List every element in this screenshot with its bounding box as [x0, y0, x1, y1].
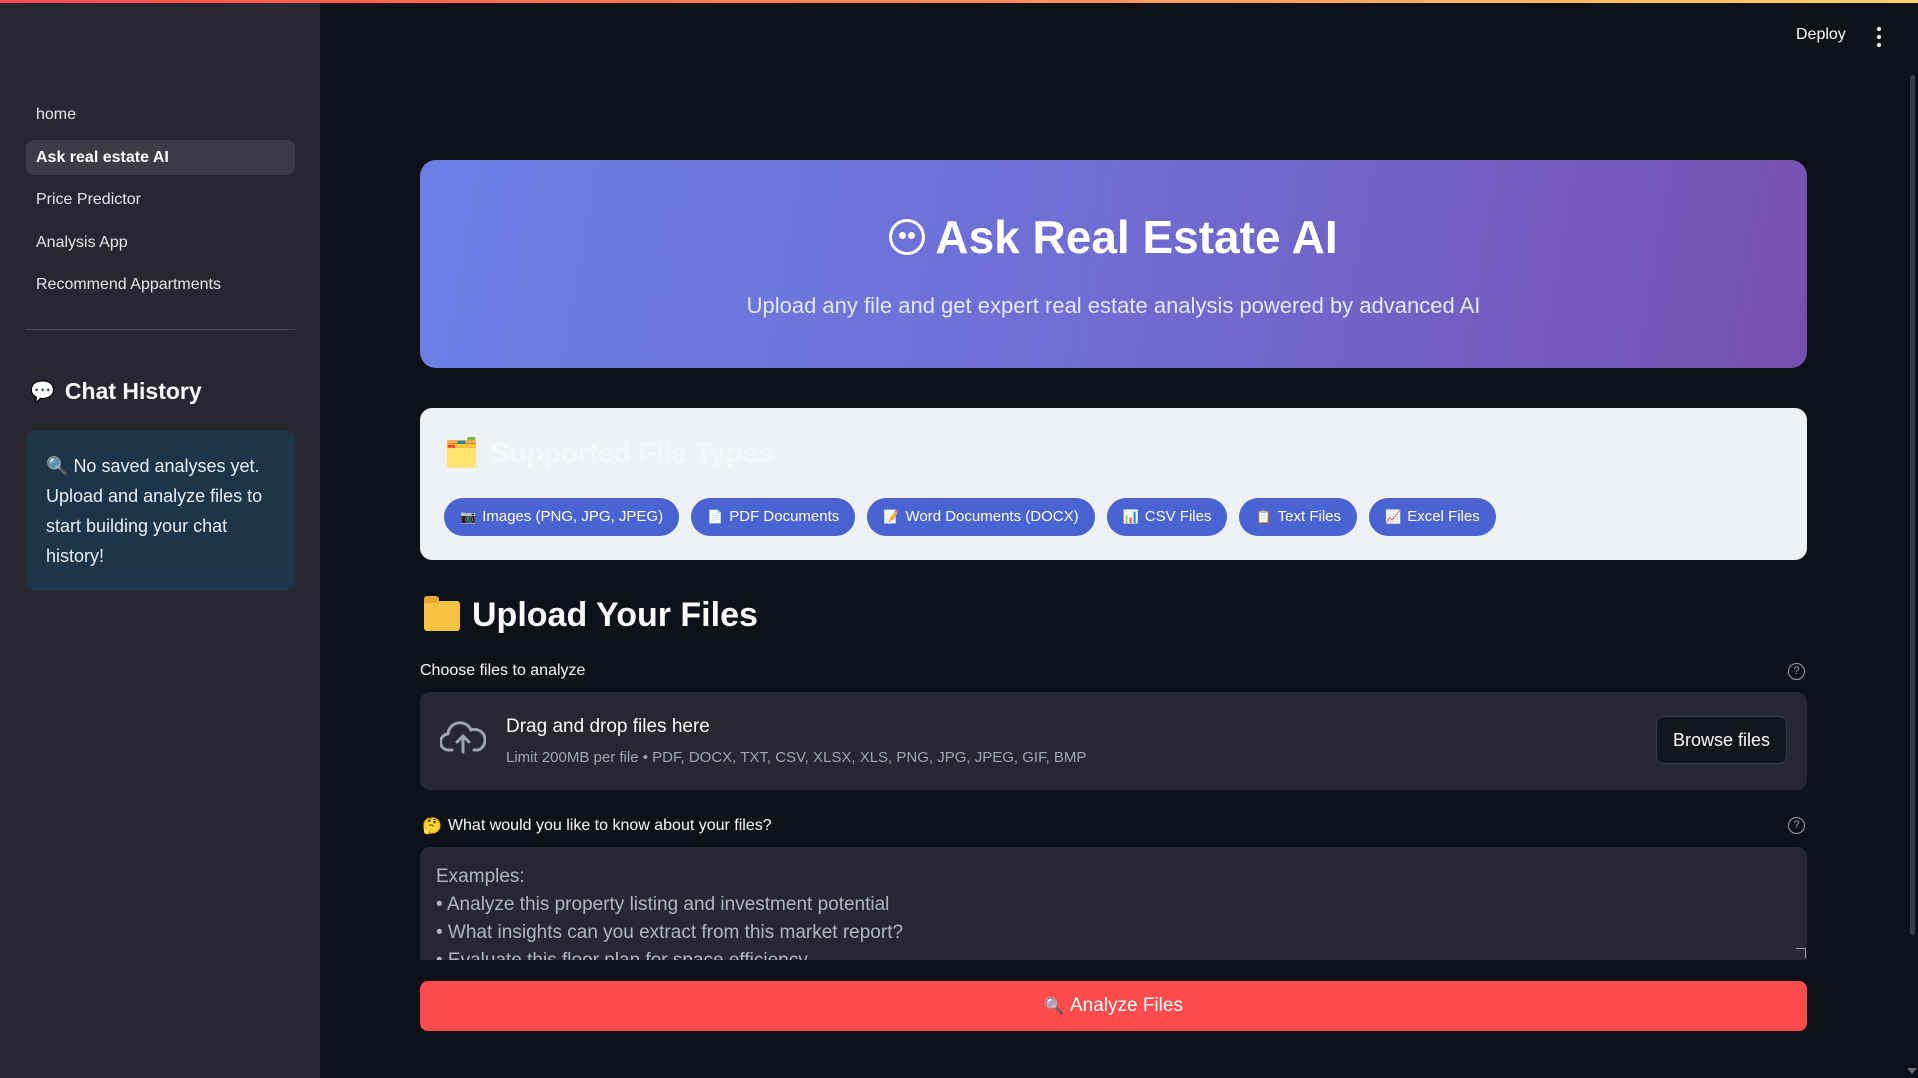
magnifier-icon: 🔍 [46, 456, 69, 476]
robot-face-icon [889, 219, 926, 255]
scrollbar[interactable] [1910, 75, 1915, 935]
sidebar-item-recommend-appartments[interactable]: Recommend Appartments [26, 267, 295, 302]
bar-chart-icon: 📊 [1122, 509, 1139, 524]
thinking-face-icon: 🤔 [422, 818, 442, 835]
memo-icon: 📝 [883, 509, 900, 524]
supported-file-types-title: Supported File Types [490, 436, 774, 468]
cloud-upload-icon [440, 721, 486, 754]
file-type-chip-text: 📋 Text Files [1239, 498, 1357, 536]
dropzone-limit-text: Limit 200MB per file • PDF, DOCX, TXT, C… [506, 749, 1087, 766]
supported-file-types-card: 🗂️ Supported File Types 📷 Images (PNG, JP… [420, 408, 1807, 560]
analyze-files-label: Analyze Files [1069, 995, 1183, 1016]
question-textarea[interactable]: Examples: • Analyze this property listin… [420, 847, 1807, 960]
camera-icon: 📷 [460, 509, 477, 524]
sidebar: home Ask real estate AI Price Predictor … [0, 0, 320, 1078]
file-type-chips: 📷 Images (PNG, JPG, JPEG) 📄 PDF Documents … [444, 498, 1496, 536]
document-icon: 📄 [707, 509, 724, 524]
file-type-chip-excel: 📈 Excel Files [1369, 498, 1496, 536]
sidebar-item-analysis-app[interactable]: Analysis App [26, 225, 295, 260]
card-index-dividers-icon: 🗂️ [444, 437, 479, 468]
top-decoration-bar [0, 0, 1918, 3]
chip-label: Excel Files [1407, 508, 1480, 525]
page-title: Ask Real Estate AI [420, 210, 1807, 264]
sidebar-item-price-predictor[interactable]: Price Predictor [26, 182, 295, 217]
speech-bubble-icon: 💬 [30, 381, 55, 403]
chip-label: CSV Files [1144, 508, 1212, 525]
question-help-icon[interactable]: ? [1788, 817, 1805, 834]
chip-label: Word Documents (DOCX) [905, 508, 1079, 525]
sidebar-item-ask-real-estate-ai[interactable]: Ask real estate AI [26, 139, 295, 175]
file-type-chip-csv: 📊 CSV Files [1106, 498, 1228, 536]
upload-title: Upload Your Files [472, 596, 758, 634]
chat-history-empty-text: No saved analyses yet. Upload and analyz… [46, 456, 263, 566]
notepad-icon: 📋 [1255, 509, 1272, 524]
folder-icon [424, 595, 460, 631]
sidebar-item-home[interactable]: home [26, 97, 295, 132]
sidebar-divider [26, 329, 295, 330]
textarea-resize-handle[interactable] [1796, 948, 1806, 958]
file-dropzone[interactable]: Drag and drop files here Limit 200MB per… [420, 692, 1807, 790]
chat-history-title: Chat History [64, 378, 202, 404]
sidebar-nav: home Ask real estate AI Price Predictor … [26, 97, 295, 310]
hero-banner: Ask Real Estate AI Upload any file and g… [420, 160, 1807, 368]
chip-label: PDF Documents [729, 508, 840, 525]
question-label-text: What would you like to know about your f… [447, 817, 772, 834]
page-subtitle: Upload any file and get expert real esta… [746, 293, 1481, 318]
deploy-button[interactable]: Deploy [1796, 26, 1846, 44]
file-type-chip-docx: 📝 Word Documents (DOCX) [867, 498, 1095, 536]
chip-label: Text Files [1277, 508, 1341, 525]
file-uploader-help-icon[interactable]: ? [1788, 663, 1805, 680]
trend-chart-icon: 📈 [1385, 509, 1402, 524]
chip-label: Images (PNG, JPG, JPEG) [482, 508, 664, 525]
file-uploader-label: Choose files to analyze [420, 662, 586, 679]
magnifier-icon: 🔍 [1044, 998, 1064, 1015]
upload-heading: Upload Your Files [424, 595, 758, 635]
scroll-down-arrow-icon[interactable] [1907, 1068, 1917, 1074]
chat-history-empty-notice: 🔍 No saved analyses yet. Upload and anal… [26, 431, 295, 591]
chat-history-heading: 💬 Chat History [30, 378, 202, 405]
browse-files-button[interactable]: Browse files [1656, 716, 1787, 764]
supported-file-types-heading: 🗂️ Supported File Types [444, 436, 774, 469]
page-title-text: Ask Real Estate AI [935, 211, 1338, 263]
file-type-chip-pdf: 📄 PDF Documents [691, 498, 856, 536]
main-menu-icon[interactable] [1876, 27, 1882, 47]
file-type-chip-images: 📷 Images (PNG, JPG, JPEG) [444, 498, 680, 536]
dropzone-title: Drag and drop files here [506, 716, 710, 737]
question-label: 🤔 What would you like to know about your… [422, 816, 772, 836]
analyze-files-button[interactable]: 🔍 Analyze Files [420, 981, 1807, 1031]
